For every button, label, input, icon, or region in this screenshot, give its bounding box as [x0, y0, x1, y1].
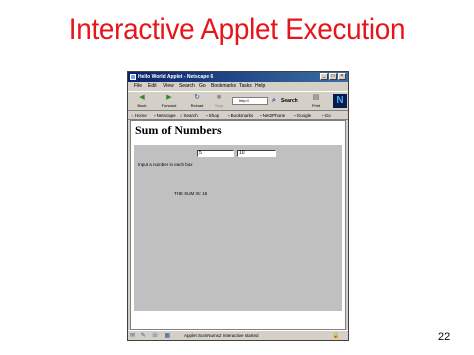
netscape-icon: ▪ [154, 113, 156, 118]
close-button[interactable]: × [338, 73, 346, 80]
number-input-2[interactable]: 10 [237, 150, 276, 157]
shop-icon: ▪ [206, 113, 208, 118]
url-field[interactable]: http:// [232, 97, 268, 105]
forward-button[interactable]: ▶ Forward [160, 93, 178, 110]
bookmark-go[interactable]: ▪Go [322, 111, 331, 119]
printer-icon: ▤ [312, 94, 320, 101]
menu-bar: File Edit View Search Go Bookmarks Tasks… [128, 82, 348, 91]
bookmark-search[interactable]: ⌕Search [180, 111, 198, 119]
applet-panel: 5 10 Input a number in each box THE SUM … [134, 145, 342, 311]
number-input-1[interactable]: 5 [197, 150, 234, 157]
forward-label: Forward [161, 103, 177, 108]
bookmark-home[interactable]: ⌂Home [131, 111, 147, 119]
home-icon: ⌂ [131, 113, 134, 118]
google-icon: ▪ [294, 113, 296, 118]
menu-tasks[interactable]: Tasks [239, 82, 252, 91]
search-button[interactable]: ⌕ Search [271, 96, 301, 106]
bookmark-shop[interactable]: ▪Shop [206, 111, 219, 119]
security-lock-icon[interactable]: 🔒 [332, 331, 339, 341]
menu-file[interactable]: File [134, 82, 142, 91]
title-bar[interactable]: Hello World Applet - Netscape 6 _ □ × [128, 72, 348, 82]
search-icon: ⌕ [180, 113, 183, 118]
page-content: Sum of Numbers 5 10 Input a number in ea… [130, 120, 346, 330]
minimize-button[interactable]: _ [320, 73, 328, 80]
bookmarks-icon: ▪ [228, 113, 230, 118]
reload-button[interactable]: ↻ Reload [188, 93, 206, 110]
stop-label: Stop [214, 103, 224, 108]
window-title: Hello World Applet - Netscape 6 [138, 74, 214, 80]
netscape-app-icon [130, 74, 136, 80]
component-bar-icons[interactable]: ✉ ✎ ☏ ▦ [130, 331, 172, 341]
navigation-toolbar: ◀ Back ▶ Forward ↻ Reload ■ Stop http://… [128, 91, 348, 111]
stop-button[interactable]: ■ Stop [210, 93, 228, 110]
page-heading: Sum of Numbers [135, 123, 222, 137]
forward-arrow-icon: ▶ [166, 94, 172, 101]
bookmark-net2phone[interactable]: ▪Net2Phone [260, 111, 285, 119]
search-label: Search [281, 98, 298, 104]
netscape-logo: N [333, 94, 347, 108]
menu-view[interactable]: View [163, 82, 174, 91]
reload-icon: ↻ [194, 94, 200, 101]
browser-window: Hello World Applet - Netscape 6 _ □ × Fi… [127, 71, 349, 341]
sum-result: THE SUM IS: 15 [174, 191, 208, 196]
search-icon: ⌕ [272, 97, 276, 104]
back-button[interactable]: ◀ Back [133, 93, 151, 110]
slide-title: Interactive Applet Execution [68, 13, 406, 46]
phone-icon: ▪ [260, 113, 262, 118]
back-label: Back [137, 103, 147, 108]
menu-bookmarks[interactable]: Bookmarks [211, 82, 236, 91]
reload-label: Reload [190, 103, 204, 108]
bookmark-netscape[interactable]: ▪Netscape [154, 111, 176, 119]
bookmark-google[interactable]: ▪Google [294, 111, 311, 119]
back-arrow-icon: ◀ [139, 94, 145, 101]
menu-help[interactable]: Help [255, 82, 265, 91]
bookmark-bookmarks[interactable]: ▪Bookmarks [228, 111, 253, 119]
stop-icon: ■ [216, 94, 222, 101]
status-bar: ✉ ✎ ☏ ▦ Applet SumNums2 Interactive star… [128, 330, 348, 341]
print-button[interactable]: ▤ Print [307, 93, 325, 110]
personal-toolbar: ⌂Home ▪Netscape ⌕Search ▪Shop ▪Bookmarks… [128, 111, 348, 120]
print-label: Print [311, 103, 321, 108]
go-icon: ▪ [322, 113, 324, 118]
menu-go[interactable]: Go [199, 82, 206, 91]
maximize-button[interactable]: □ [329, 73, 337, 80]
status-text: Applet SumNums2 Interactive started [184, 333, 259, 338]
menu-search[interactable]: Search [179, 82, 195, 91]
page-number: 22 [438, 331, 451, 343]
input-prompt: Input a number in each box [138, 162, 193, 167]
menu-edit[interactable]: Edit [148, 82, 157, 91]
